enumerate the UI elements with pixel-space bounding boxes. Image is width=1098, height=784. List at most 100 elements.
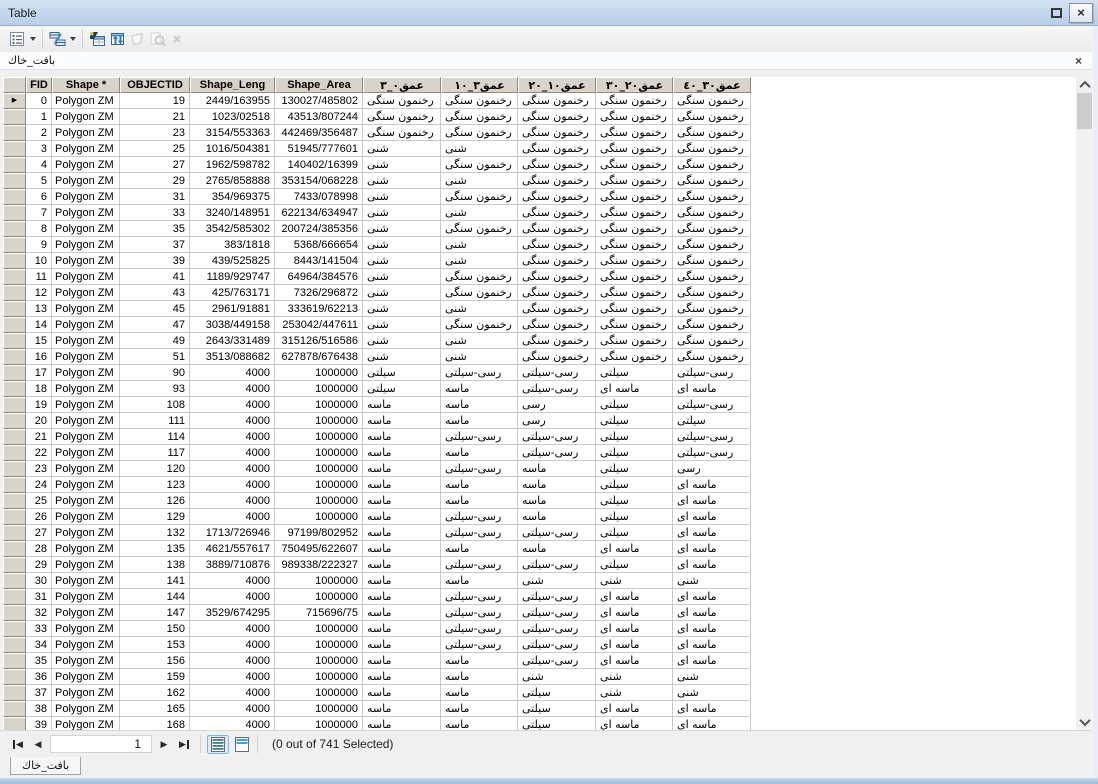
table-cell[interactable]: 1000000 xyxy=(275,381,363,397)
table-cell[interactable]: رسی-سیلتی xyxy=(673,429,751,445)
record-selector[interactable] xyxy=(3,125,26,141)
table-cell[interactable]: 32 xyxy=(26,605,52,621)
table-cell[interactable]: رسی-سیلتی xyxy=(441,637,518,653)
table-cell[interactable]: ماسه ای xyxy=(673,525,751,541)
previous-record-button[interactable]: ◀ xyxy=(28,734,48,754)
table-cell[interactable]: 3542/585302 xyxy=(190,221,275,237)
table-cell[interactable]: ماسه xyxy=(441,381,518,397)
last-record-button[interactable]: ▶ xyxy=(174,734,194,754)
table-cell[interactable]: شنی xyxy=(673,573,751,589)
table-cell[interactable]: Polygon ZM xyxy=(52,333,120,349)
table-cell[interactable]: ماسه xyxy=(441,493,518,509)
table-cell[interactable]: ماسه ای xyxy=(596,589,673,605)
table-cell[interactable]: 4 xyxy=(26,157,52,173)
table-cell[interactable]: رسی-سیلتی xyxy=(518,445,596,461)
table-cell[interactable]: رخنمون سنگی xyxy=(518,285,596,301)
table-cell[interactable]: ماسه xyxy=(363,605,441,621)
table-cell[interactable]: 30 xyxy=(26,573,52,589)
table-cell[interactable]: رسی-سیلتی xyxy=(518,653,596,669)
table-cell[interactable]: 36 xyxy=(26,669,52,685)
table-cell[interactable]: ماسه xyxy=(441,653,518,669)
table-cell[interactable]: Polygon ZM xyxy=(52,461,120,477)
source-close-icon[interactable]: × xyxy=(1075,55,1082,67)
table-cell[interactable]: Polygon ZM xyxy=(52,589,120,605)
table-cell[interactable]: Polygon ZM xyxy=(52,381,120,397)
table-cell[interactable]: Polygon ZM xyxy=(52,93,120,109)
table-cell[interactable]: 21 xyxy=(26,429,52,445)
table-cell[interactable]: رخنمون سنگی xyxy=(596,253,673,269)
table-cell[interactable]: رخنمون سنگی xyxy=(673,253,751,269)
table-cell[interactable]: رخنمون سنگی xyxy=(441,189,518,205)
table-cell[interactable]: رسی-سیلتی xyxy=(518,621,596,637)
table-cell[interactable]: 29 xyxy=(26,557,52,573)
table-cell[interactable]: 1000000 xyxy=(275,461,363,477)
table-cell[interactable]: رخنمون سنگی xyxy=(518,317,596,333)
table-cell[interactable]: 4000 xyxy=(190,589,275,605)
column-header[interactable]: عمق٣_١٠ xyxy=(441,77,518,93)
table-cell[interactable]: Polygon ZM xyxy=(52,573,120,589)
table-cell[interactable]: 29 xyxy=(120,173,190,189)
table-cell[interactable]: Polygon ZM xyxy=(52,365,120,381)
table-cell[interactable]: ماسه xyxy=(363,685,441,701)
table-cell[interactable]: ماسه ای xyxy=(673,493,751,509)
table-cell[interactable]: 153 xyxy=(120,637,190,653)
table-cell[interactable]: 627878/676438 xyxy=(275,349,363,365)
table-cell[interactable]: رخنمون سنگی xyxy=(518,109,596,125)
record-selector[interactable] xyxy=(3,413,26,429)
record-selector[interactable] xyxy=(3,685,26,701)
table-cell[interactable]: 12 xyxy=(26,285,52,301)
table-cell[interactable]: شنی xyxy=(441,205,518,221)
table-cell[interactable]: رخنمون سنگی xyxy=(518,141,596,157)
record-selector[interactable] xyxy=(3,349,26,365)
table-cell[interactable]: رخنمون سنگی xyxy=(518,157,596,173)
table-cell[interactable]: رسی xyxy=(673,461,751,477)
table-cell[interactable]: 4000 xyxy=(190,637,275,653)
table-cell[interactable]: رخنمون سنگی xyxy=(673,285,751,301)
table-cell[interactable]: رخنمون سنگی xyxy=(596,157,673,173)
record-selector[interactable] xyxy=(3,381,26,397)
table-cell[interactable]: Polygon ZM xyxy=(52,173,120,189)
record-selector[interactable] xyxy=(3,253,26,269)
table-cell[interactable]: 47 xyxy=(120,317,190,333)
table-cell[interactable]: 17 xyxy=(26,365,52,381)
table-cell[interactable]: ماسه xyxy=(363,573,441,589)
table-cell[interactable]: 25 xyxy=(120,141,190,157)
table-cell[interactable]: ماسه ای xyxy=(673,541,751,557)
table-cell[interactable]: 144 xyxy=(120,589,190,605)
vertical-scrollbar[interactable] xyxy=(1076,77,1093,730)
table-cell[interactable]: رخنمون سنگی xyxy=(673,93,751,109)
related-tables-icon[interactable] xyxy=(47,28,67,50)
table-cell[interactable]: رسی-سیلتی xyxy=(441,605,518,621)
table-cell[interactable]: 354/969375 xyxy=(190,189,275,205)
table-cell[interactable]: 26 xyxy=(26,509,52,525)
table-cell[interactable]: رسی-سیلتی xyxy=(441,461,518,477)
table-cell[interactable]: رخنمون سنگی xyxy=(596,221,673,237)
table-cell[interactable]: 4621/557617 xyxy=(190,541,275,557)
table-cell[interactable]: 19 xyxy=(120,93,190,109)
table-cell[interactable]: 16 xyxy=(26,349,52,365)
table-cell[interactable]: شنی xyxy=(518,573,596,589)
table-cell[interactable]: Polygon ZM xyxy=(52,557,120,573)
corner-header[interactable] xyxy=(3,77,26,93)
table-cell[interactable]: 1000000 xyxy=(275,717,363,730)
table-cell[interactable]: رخنمون سنگی xyxy=(596,349,673,365)
table-cell[interactable]: Polygon ZM xyxy=(52,269,120,285)
table-cell[interactable]: ماسه xyxy=(363,541,441,557)
table-cell[interactable]: 4000 xyxy=(190,445,275,461)
table-cell[interactable]: 442469/356487 xyxy=(275,125,363,141)
related-tables-dropdown[interactable] xyxy=(67,28,78,50)
column-header[interactable]: عمق٣٠_٤٠ xyxy=(673,77,751,93)
table-cell[interactable]: 27 xyxy=(26,525,52,541)
column-header[interactable]: Shape_Leng xyxy=(190,77,275,93)
table-cell[interactable]: رخنمون سنگی xyxy=(673,205,751,221)
table-cell[interactable]: ماسه ای xyxy=(596,605,673,621)
table-cell[interactable]: سیلتی xyxy=(596,477,673,493)
table-cell[interactable]: رخنمون سنگی xyxy=(673,269,751,285)
table-cell[interactable]: 3 xyxy=(26,141,52,157)
table-cell[interactable]: رخنمون سنگی xyxy=(596,189,673,205)
table-cell[interactable]: شنی xyxy=(363,205,441,221)
table-cell[interactable]: سیلتی xyxy=(596,429,673,445)
table-cell[interactable]: 38 xyxy=(26,701,52,717)
table-cell[interactable]: 10 xyxy=(26,253,52,269)
table-cell[interactable]: 200724/385356 xyxy=(275,221,363,237)
